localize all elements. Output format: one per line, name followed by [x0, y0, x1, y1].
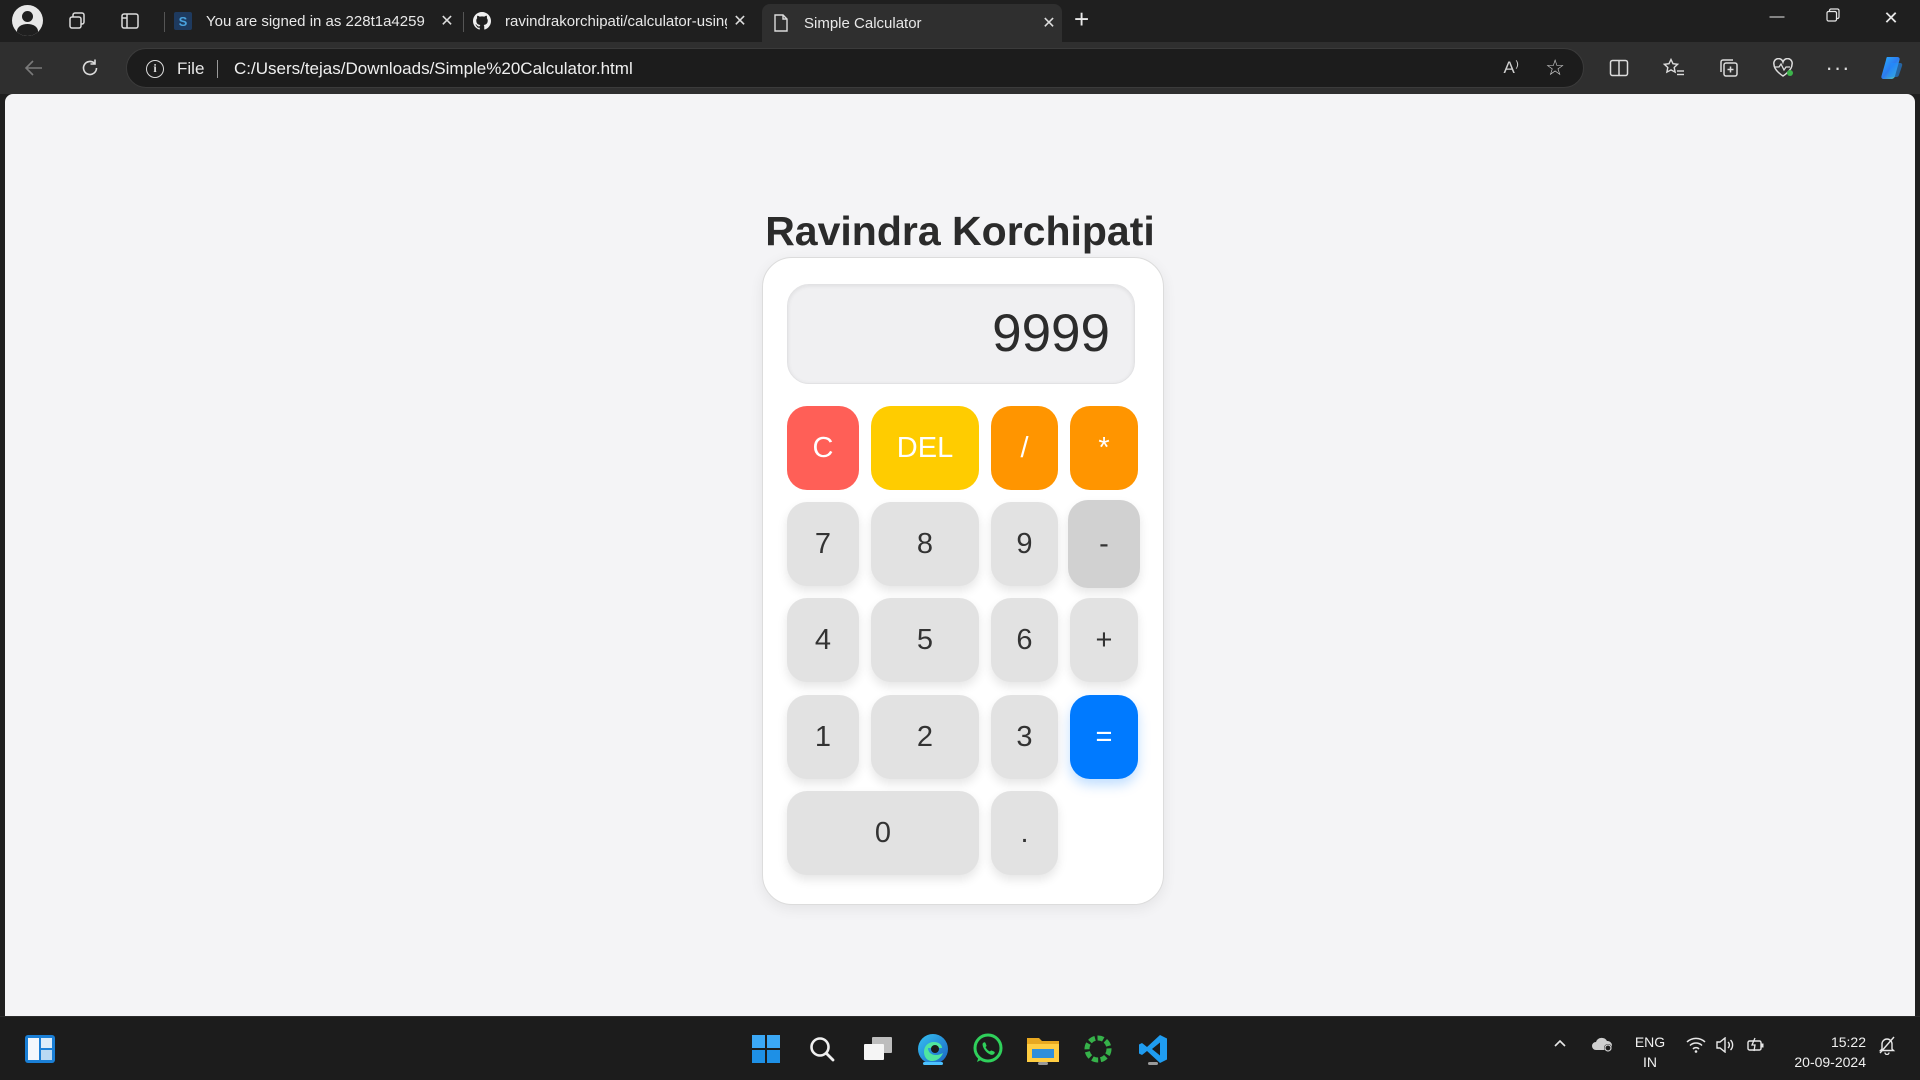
tab-signed-in[interactable]: S You are signed in as 228t1a4259 ✕ [164, 4, 460, 38]
svg-text:S: S [179, 14, 188, 29]
clock-date: 20-09-2024 [1794, 1054, 1866, 1070]
system-clock[interactable]: 15:22 20-09-2024 [1778, 1032, 1866, 1072]
digit-3-button[interactable]: 3 [991, 695, 1058, 779]
tab-title: You are signed in as 228t1a4259 [206, 12, 425, 30]
page-viewport: Ravindra Korchipati 9999 C DEL / * 7 8 9… [5, 94, 1915, 1016]
plus-button[interactable]: + [1070, 598, 1138, 682]
digit-7-button[interactable]: 7 [787, 502, 859, 586]
clear-button[interactable]: C [787, 406, 859, 490]
active-app-indicator [923, 1062, 943, 1065]
whatsapp-icon[interactable] [968, 1029, 1008, 1069]
tab-title: Simple Calculator [804, 14, 922, 32]
browser-essentials-icon[interactable] [1767, 52, 1799, 84]
wifi-icon[interactable] [1686, 1037, 1706, 1057]
volume-icon[interactable] [1715, 1036, 1735, 1057]
delete-button[interactable]: DEL [871, 406, 979, 490]
calculator-display: 9999 [787, 284, 1135, 384]
digit-5-button[interactable]: 5 [871, 598, 979, 682]
digit-4-button[interactable]: 4 [787, 598, 859, 682]
running-app-indicator [1148, 1062, 1158, 1065]
address-bar[interactable]: i File C:/Users/tejas/Downloads/Simple%2… [126, 48, 1584, 88]
onedrive-icon[interactable] [1590, 1035, 1614, 1057]
collections-icon[interactable] [1713, 52, 1745, 84]
widgets-icon[interactable] [20, 1029, 60, 1069]
read-aloud-icon[interactable]: A⁾ [1503, 58, 1519, 78]
site-info-icon[interactable]: i [146, 60, 164, 78]
close-tab-icon[interactable]: ✕ [1036, 13, 1062, 33]
multiply-button[interactable]: * [1070, 406, 1138, 490]
file-explorer-icon[interactable] [1023, 1029, 1063, 1069]
divide-button[interactable]: / [991, 406, 1058, 490]
favorites-icon[interactable] [1658, 52, 1690, 84]
navigation-bar: i File C:/Users/tejas/Downloads/Simple%2… [0, 42, 1920, 94]
copilot-icon[interactable] [1876, 52, 1908, 84]
notifications-bell-icon[interactable] [1877, 1035, 1897, 1059]
ring-app-icon[interactable] [1078, 1029, 1118, 1069]
calculator: 9999 C DEL / * 7 8 9 - 4 5 6 + 1 2 3 = 0… [762, 257, 1164, 905]
edge-browser-icon[interactable] [913, 1029, 953, 1069]
battery-charging-icon[interactable] [1746, 1037, 1766, 1057]
decimal-point-button[interactable]: . [991, 791, 1058, 875]
chevron-up-icon[interactable] [1552, 1035, 1568, 1055]
scheme-label: File [177, 59, 205, 78]
url-text[interactable]: C:/Users/tejas/Downloads/Simple%20Calcul… [234, 59, 633, 79]
profile-avatar-icon[interactable] [12, 5, 43, 36]
tab-simple-calculator[interactable]: Simple Calculator ✕ [762, 4, 1062, 42]
close-window-icon[interactable]: ✕ [1876, 8, 1906, 29]
workspaces-icon[interactable] [62, 6, 92, 36]
restore-icon[interactable] [1818, 8, 1848, 26]
region-code: IN [1643, 1054, 1657, 1070]
start-windows-icon[interactable] [746, 1029, 786, 1069]
close-tab-icon[interactable]: ✕ [434, 11, 460, 31]
clock-time: 15:22 [1830, 1034, 1866, 1050]
tab-title: ravindrakorchipati/calculator-using-html [505, 12, 727, 30]
running-app-indicator [1038, 1062, 1048, 1065]
github-icon [473, 12, 491, 30]
tab-bar: S You are signed in as 228t1a4259 ✕ ravi… [0, 0, 1920, 42]
language-code: ENG [1634, 1034, 1666, 1050]
vscode-icon[interactable] [1133, 1029, 1173, 1069]
split-screen-icon[interactable] [1603, 52, 1635, 84]
taskbar: ENG IN 15:22 20-09-2024 [0, 1016, 1920, 1080]
equals-button[interactable]: = [1070, 695, 1138, 779]
digit-9-button[interactable]: 9 [991, 502, 1058, 586]
s-icon: S [174, 12, 192, 30]
favorite-star-icon[interactable]: ☆ [1545, 55, 1565, 81]
digit-2-button[interactable]: 2 [871, 695, 979, 779]
search-icon[interactable] [802, 1029, 842, 1069]
page-icon [772, 14, 790, 32]
digit-0-button[interactable]: 0 [787, 791, 979, 875]
vertical-tabs-icon[interactable] [115, 6, 145, 36]
digit-6-button[interactable]: 6 [991, 598, 1058, 682]
new-tab-button[interactable]: + [1074, 4, 1089, 35]
task-view-icon[interactable] [858, 1029, 898, 1069]
language-indicator[interactable]: ENG IN [1630, 1032, 1670, 1072]
tab-github-repo[interactable]: ravindrakorchipati/calculator-using-html… [463, 4, 761, 38]
back-icon[interactable] [18, 52, 50, 84]
more-options-icon[interactable]: ··· [1822, 52, 1854, 84]
page-title: Ravindra Korchipati [765, 208, 1155, 254]
close-tab-icon[interactable]: ✕ [727, 11, 753, 31]
minus-button[interactable]: - [1068, 500, 1140, 588]
digit-8-button[interactable]: 8 [871, 502, 979, 586]
minimize-icon[interactable]: — [1762, 8, 1792, 25]
refresh-icon[interactable] [74, 52, 106, 84]
digit-1-button[interactable]: 1 [787, 695, 859, 779]
